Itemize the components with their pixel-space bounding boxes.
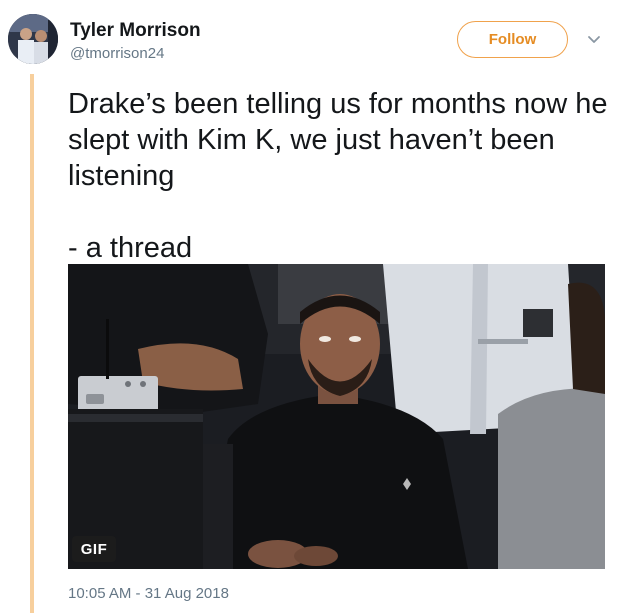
user-avatar[interactable]	[8, 14, 58, 64]
chevron-down-icon[interactable]	[586, 34, 602, 46]
tweet-media-gif[interactable]	[68, 264, 605, 569]
gif-frame	[68, 264, 605, 569]
thread-connector-line	[30, 74, 34, 613]
user-name[interactable]: Tyler Morrison	[70, 20, 201, 42]
avatar-photo	[8, 14, 58, 64]
tweet-text: Drake’s been telling us for months now h…	[68, 88, 608, 192]
user-handle[interactable]: @tmorrison24	[70, 45, 164, 63]
gif-badge: GIF	[72, 536, 116, 562]
tweet-timestamp[interactable]: 10:05 AM - 31 Aug 2018	[68, 585, 229, 603]
tweet-thread-note: - a thread	[68, 232, 193, 264]
tweet-body: Drake’s been telling us for months now h…	[68, 86, 608, 266]
follow-button[interactable]: Follow	[457, 21, 568, 58]
